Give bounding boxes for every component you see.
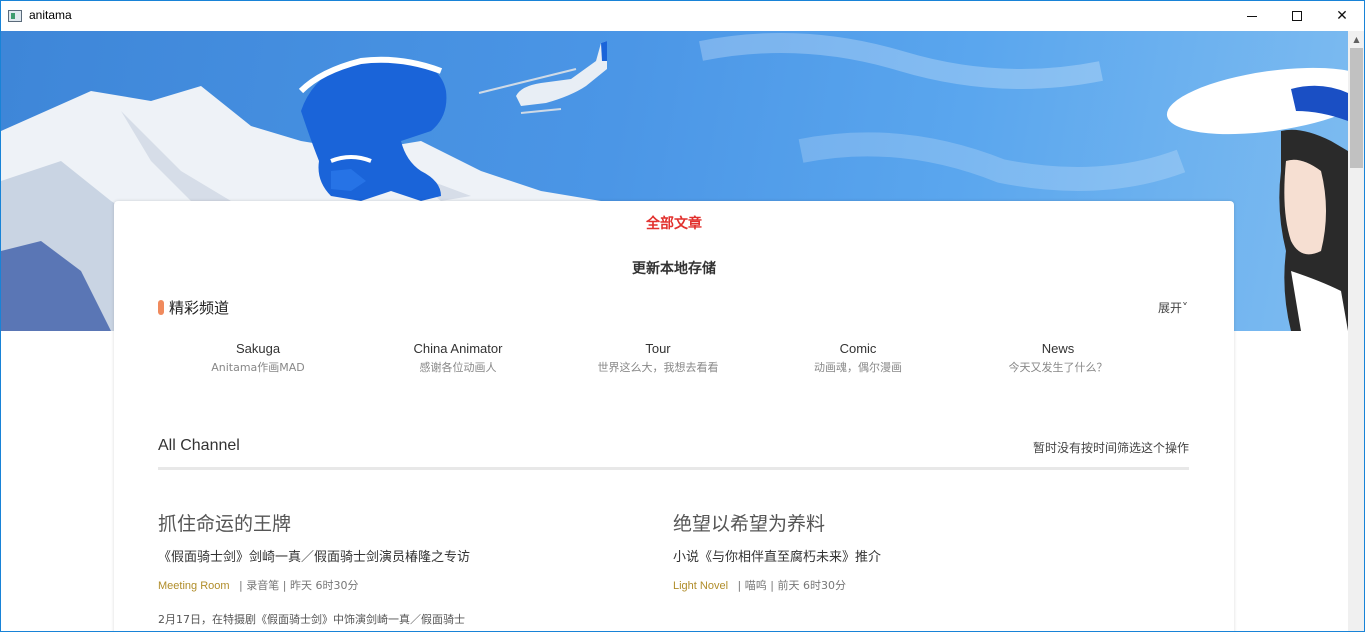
article-author-time: | 录音笔 | 昨天 6时30分 [239,579,359,592]
channel-name: Tour [645,341,671,356]
maximize-button[interactable] [1274,1,1320,31]
app-window: anitama ✕ 全部文章 更新本地存储 精彩频道 展开˅ Sakuga An… [0,0,1365,632]
minimize-button[interactable] [1229,1,1275,31]
channel-desc: 今天又发生了什么？ [1008,361,1108,374]
channel-item[interactable]: China Animator 感谢各位动画人 [358,341,558,375]
window-title: anitama [29,8,72,22]
article-meta: Meeting Room | 录音笔 | 昨天 6时30分 [158,577,618,593]
maximize-icon [1292,11,1302,21]
article-meta: Light Novel | 喵呜 | 前天 6时30分 [673,577,1133,593]
channel-list: Sakuga Anitama作画MAD China Animator 感谢各位动… [158,341,1158,375]
section-divider [158,467,1189,470]
channel-item[interactable]: Sakuga Anitama作画MAD [158,341,358,375]
featured-channels-header: 精彩频道 [158,297,229,318]
channel-name: Comic [839,341,877,356]
featured-channels-title: 精彩频道 [169,299,230,317]
article-subtitle: 《假面骑士剑》剑崎一真／假面骑士剑演员椿隆之专访 [158,550,471,565]
channel-name: China Animator [413,341,503,356]
channel-desc: 感谢各位动画人 [419,361,497,374]
update-storage-button[interactable]: 更新本地存储 [114,258,1234,278]
app-window-icon [8,10,22,22]
channel-desc: 动画魂，偶尔漫画 [814,361,902,374]
channel-item[interactable]: News 今天又发生了什么？ [958,341,1158,375]
scroll-thumb[interactable] [1350,48,1363,168]
content-card: 全部文章 更新本地存储 精彩频道 展开˅ Sakuga Anitama作画MAD… [114,201,1234,631]
channel-item[interactable]: Comic 动画魂，偶尔漫画 [758,341,958,375]
channel-item[interactable]: Tour 世界这么大，我想去看看 [558,341,758,375]
channel-desc: 世界这么大，我想去看看 [597,361,719,374]
vertical-scrollbar[interactable]: ▲ [1348,31,1364,631]
article-category[interactable]: Meeting Room [158,580,230,592]
channel-name: Sakuga [235,341,281,356]
article-subtitle: 小说《与你相伴直至腐朽未来》推介 [673,550,882,565]
article-author-time: | 喵呜 | 前天 6时30分 [737,579,846,592]
channel-name: News [1041,341,1075,356]
article-card[interactable]: 抓住命运的王牌 《假面骑士剑》剑崎一真／假面骑士剑演员椿隆之专访 Meeting… [158,509,618,629]
section-bar-icon [158,300,164,315]
article-excerpt: 2月17日，在特摄剧《假面骑士剑》中饰演剑崎一真／假面骑士 [158,613,465,626]
article-title[interactable]: 抓住命运的王牌 [158,509,618,536]
channel-desc: Anitama作画MAD [211,361,305,374]
page-content: 全部文章 更新本地存储 精彩频道 展开˅ Sakuga Anitama作画MAD… [1,31,1348,631]
filter-note: 暂时没有按时间筛选这个操作 [1032,441,1189,455]
expand-button[interactable]: 展开˅ [1158,299,1188,316]
close-icon: ✕ [1336,8,1348,24]
scroll-up-arrow-icon[interactable]: ▲ [1348,31,1364,48]
close-button[interactable]: ✕ [1319,1,1364,31]
all-articles-link[interactable]: 全部文章 [114,213,1234,233]
all-channel-title: All Channel [158,437,240,454]
article-card[interactable]: 绝望以希望为养料 小说《与你相伴直至腐朽未来》推介 Light Novel | … [673,509,1133,611]
article-title[interactable]: 绝望以希望为养料 [673,509,1133,536]
minimize-icon [1247,15,1257,17]
title-bar: anitama ✕ [1,1,1364,31]
article-category[interactable]: Light Novel [673,580,728,592]
